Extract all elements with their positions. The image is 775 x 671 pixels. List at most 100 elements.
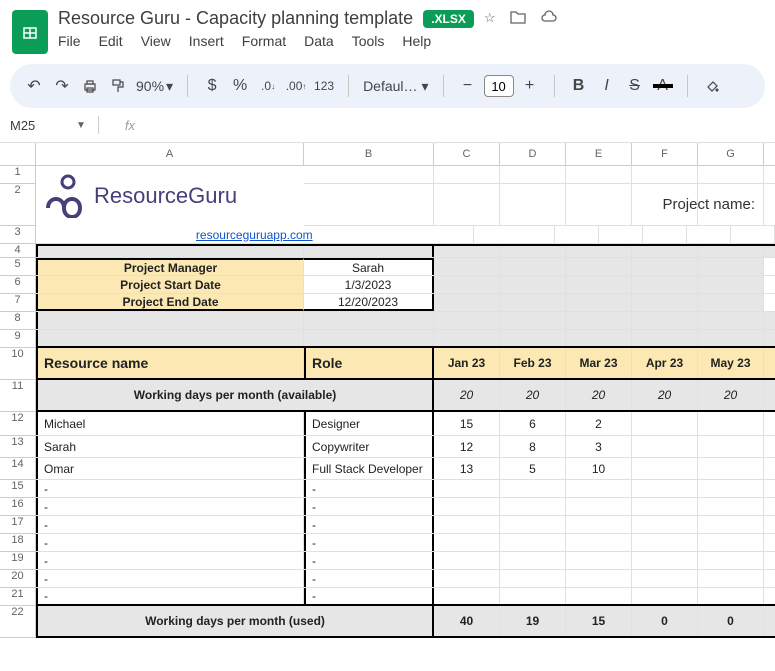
empty-cell[interactable]: - (304, 570, 434, 587)
used-cell[interactable]: 19 (500, 606, 566, 636)
available-cell[interactable]: 20 (434, 380, 500, 410)
data-cell[interactable] (698, 412, 764, 435)
fill-color-button[interactable] (702, 76, 722, 96)
row-header[interactable]: 21 (0, 588, 36, 606)
col-header[interactable]: G (698, 143, 764, 165)
cloud-icon[interactable] (540, 10, 558, 27)
col-header[interactable]: E (566, 143, 632, 165)
document-title[interactable]: Resource Guru - Capacity planning templa… (58, 8, 413, 29)
row-header[interactable]: 18 (0, 534, 36, 552)
data-cell[interactable]: 10 (566, 458, 632, 479)
available-cell[interactable]: 20 (698, 380, 764, 410)
redo-icon[interactable]: ↷ (52, 76, 72, 96)
row-header[interactable]: 14 (0, 458, 36, 480)
data-cell[interactable]: 15 (434, 412, 500, 435)
row-header[interactable]: 3 (0, 226, 36, 244)
menu-help[interactable]: Help (402, 33, 431, 49)
available-cell[interactable]: 20 (500, 380, 566, 410)
font-select[interactable]: Defaul… ▾ (363, 78, 429, 95)
empty-cell[interactable]: - (36, 516, 304, 533)
data-cell[interactable]: 12 (434, 436, 500, 457)
row-header[interactable]: 17 (0, 516, 36, 534)
row-header[interactable]: 13 (0, 436, 36, 458)
menu-tools[interactable]: Tools (352, 33, 385, 49)
role-cell[interactable]: Full Stack Developer (304, 458, 434, 479)
resource-name-cell[interactable]: Sarah (36, 436, 304, 457)
print-icon[interactable] (80, 76, 100, 96)
data-cell[interactable] (632, 412, 698, 435)
bold-button[interactable]: B (569, 76, 589, 96)
row-header[interactable]: 2 (0, 184, 36, 226)
empty-cell[interactable]: - (36, 552, 304, 569)
col-header[interactable]: C (434, 143, 500, 165)
row-header[interactable]: 7 (0, 294, 36, 312)
row-header[interactable]: 6 (0, 276, 36, 294)
data-cell[interactable] (698, 458, 764, 479)
col-header[interactable]: D (500, 143, 566, 165)
empty-cell[interactable]: - (304, 516, 434, 533)
menu-edit[interactable]: Edit (99, 33, 123, 49)
row-header[interactable]: 16 (0, 498, 36, 516)
row-header[interactable]: 9 (0, 330, 36, 348)
empty-cell[interactable]: - (304, 552, 434, 569)
font-size-input[interactable] (484, 75, 514, 97)
empty-cell[interactable]: - (304, 498, 434, 515)
currency-button[interactable]: $ (202, 76, 222, 96)
increase-font-button[interactable]: + (520, 76, 540, 96)
data-cell[interactable]: 8 (500, 436, 566, 457)
undo-icon[interactable]: ↶ (24, 76, 44, 96)
row-header[interactable]: 12 (0, 412, 36, 436)
empty-cell[interactable]: - (36, 480, 304, 497)
col-header[interactable]: A (36, 143, 304, 165)
role-cell[interactable]: Designer (304, 412, 434, 435)
used-cell[interactable]: 0 (698, 606, 764, 636)
col-header[interactable]: B (304, 143, 434, 165)
resource-name-cell[interactable]: Michael (36, 412, 304, 435)
row-header[interactable]: 11 (0, 380, 36, 412)
available-cell[interactable]: 20 (566, 380, 632, 410)
data-cell[interactable]: 5 (500, 458, 566, 479)
value-start-date[interactable]: 1/3/2023 (304, 276, 434, 293)
data-cell[interactable] (698, 436, 764, 457)
select-all-corner[interactable] (0, 143, 36, 165)
chevron-down-icon[interactable]: ▼ (76, 120, 86, 131)
empty-cell[interactable]: - (36, 570, 304, 587)
data-cell[interactable]: 2 (566, 412, 632, 435)
used-cell[interactable]: 15 (566, 606, 632, 636)
empty-cell[interactable]: - (36, 534, 304, 551)
value-project-manager[interactable]: Sarah (304, 258, 434, 275)
col-header[interactable]: F (632, 143, 698, 165)
sheets-icon[interactable] (12, 10, 48, 54)
data-cell[interactable]: 13 (434, 458, 500, 479)
empty-cell[interactable]: - (304, 534, 434, 551)
available-cell[interactable]: 20 (632, 380, 698, 410)
star-icon[interactable]: ☆ (484, 10, 496, 27)
row-header[interactable]: 20 (0, 570, 36, 588)
data-cell[interactable] (632, 436, 698, 457)
text-color-button[interactable]: A (653, 76, 673, 96)
row-header[interactable]: 8 (0, 312, 36, 330)
decrease-decimal-button[interactable]: .0↓ (258, 76, 278, 96)
menu-data[interactable]: Data (304, 33, 334, 49)
empty-cell[interactable]: - (304, 480, 434, 497)
data-cell[interactable] (632, 458, 698, 479)
role-cell[interactable]: Copywriter (304, 436, 434, 457)
number-format-button[interactable]: 123 (314, 76, 334, 96)
zoom-select[interactable]: 90% ▾ (136, 78, 173, 95)
row-header[interactable]: 22 (0, 606, 36, 638)
resourceguru-link[interactable]: resourceguruapp.com (196, 228, 313, 242)
resource-name-cell[interactable]: Omar (36, 458, 304, 479)
spreadsheet-grid[interactable]: A B C D E F G 1 2 3 4 5 6 7 8 9 10 11 12… (0, 143, 775, 638)
row-header[interactable]: 15 (0, 480, 36, 498)
row-header[interactable]: 19 (0, 552, 36, 570)
row-header[interactable]: 5 (0, 258, 36, 276)
menu-file[interactable]: File (58, 33, 81, 49)
value-end-date[interactable]: 12/20/2023 (304, 294, 434, 311)
empty-cell[interactable]: - (304, 588, 434, 604)
row-header[interactable]: 1 (0, 166, 36, 184)
row-header[interactable]: 10 (0, 348, 36, 380)
strikethrough-button[interactable]: S (625, 76, 645, 96)
empty-cell[interactable]: - (36, 588, 304, 604)
name-box[interactable]: M25 (10, 118, 70, 133)
move-icon[interactable] (510, 10, 526, 27)
